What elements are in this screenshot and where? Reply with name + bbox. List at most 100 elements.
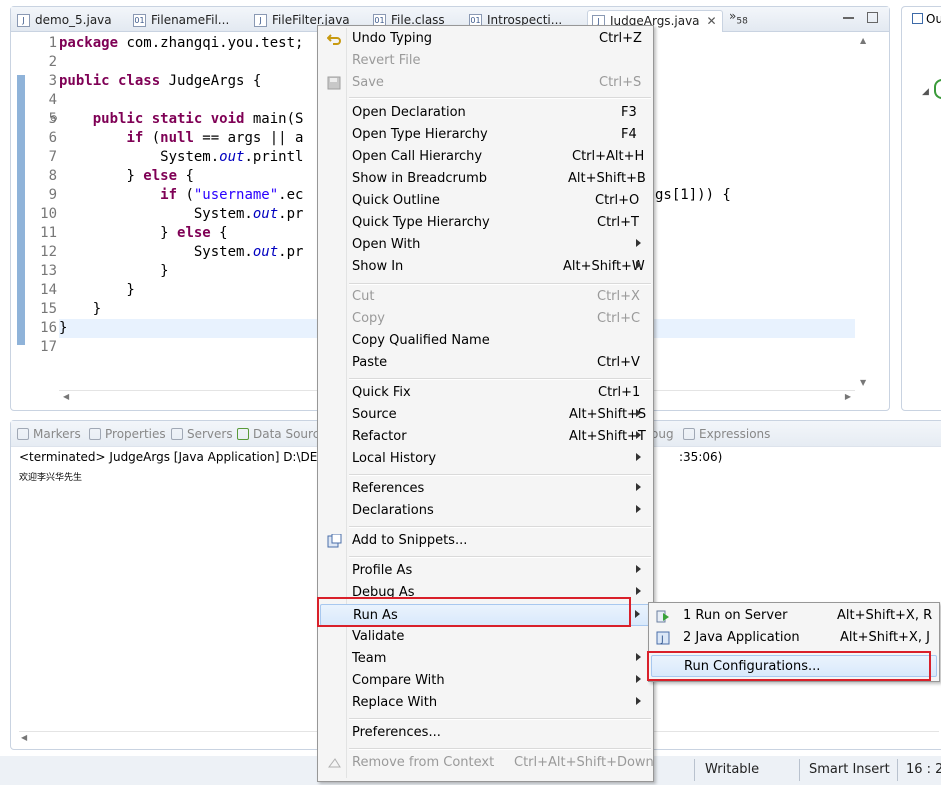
- menu-item-save[interactable]: Save Ctrl+S: [320, 72, 651, 94]
- menu-item-run-configurations[interactable]: Run Configurations...: [651, 655, 937, 677]
- line-number-ruler: 1 2 3 4 5 6 7 8 9 10 11 12 13 14 15 16 1…: [27, 34, 61, 357]
- tab-expressions[interactable]: Expressions: [683, 427, 770, 441]
- fold-collapse-icon[interactable]: ⊖: [50, 114, 58, 124]
- menu-item-references[interactable]: References: [320, 478, 651, 500]
- tab-properties[interactable]: Properties: [89, 427, 166, 441]
- menu-item-refactor[interactable]: Refactor Alt+Shift+T: [320, 426, 651, 448]
- scroll-down-icon[interactable]: ▼: [860, 378, 866, 387]
- markers-icon: [17, 428, 29, 440]
- menu-item-quick-fix[interactable]: Quick Fix Ctrl+1: [320, 382, 651, 404]
- submenu-arrow-icon: [636, 675, 641, 683]
- submenu-arrow-icon: [636, 261, 641, 269]
- menu-separator: [349, 378, 651, 380]
- scroll-left-icon[interactable]: ◀: [63, 392, 69, 401]
- change-marker: [17, 75, 25, 345]
- status-insert-mode: Smart Insert: [809, 762, 890, 777]
- editor-vertical-scrollbar[interactable]: ▲ ▼: [857, 34, 871, 388]
- tab-filenamefilter[interactable]: 01 FilenameFil...: [133, 10, 229, 32]
- class-node-icon[interactable]: [934, 79, 941, 99]
- tab-overflow-button[interactable]: »58: [729, 9, 748, 26]
- menu-separator: [349, 283, 651, 285]
- status-cursor-position: 16 : 2: [906, 762, 941, 777]
- submenu-arrow-icon: [636, 505, 641, 513]
- maximize-icon[interactable]: [867, 12, 878, 23]
- menu-item-replace-with[interactable]: Replace With: [320, 692, 651, 714]
- menu-item-copy-qualified-name[interactable]: Copy Qualified Name: [320, 330, 651, 352]
- minimize-icon[interactable]: [843, 13, 854, 19]
- status-separator: [897, 759, 898, 781]
- menu-item-preferences[interactable]: Preferences...: [320, 722, 651, 744]
- menu-item-compare-with[interactable]: Compare With: [320, 670, 651, 692]
- line-number: 6: [48, 130, 57, 146]
- menu-separator: [349, 718, 651, 720]
- line-number: 4: [48, 92, 57, 108]
- tab-demo-5-java[interactable]: J demo_5.java: [17, 10, 112, 32]
- menu-item-open-with[interactable]: Open With: [320, 234, 651, 256]
- menu-item-run-as[interactable]: Run As: [320, 604, 651, 626]
- menu-item-declarations[interactable]: Declarations: [320, 500, 651, 522]
- java-file-icon: J: [17, 14, 30, 27]
- menu-item-paste[interactable]: Paste Ctrl+V: [320, 352, 651, 374]
- menu-item-open-type-hierarchy[interactable]: Open Type Hierarchy F4: [320, 124, 651, 146]
- menu-item-java-application[interactable]: J 2 Java Application Alt+Shift+X, J: [651, 627, 937, 649]
- tab-outline[interactable]: Ou: [912, 12, 941, 26]
- menu-item-show-in[interactable]: Show In Alt+Shift+W: [320, 256, 651, 278]
- menu-item-validate[interactable]: Validate: [320, 626, 651, 648]
- menu-item-source[interactable]: Source Alt+Shift+S: [320, 404, 651, 426]
- scroll-right-icon[interactable]: ▶: [845, 392, 851, 401]
- outline-icon: [912, 13, 923, 24]
- outline-view: Ou ◢: [901, 6, 941, 411]
- data-source-icon: [237, 428, 249, 440]
- menu-item-copy[interactable]: Copy Ctrl+C: [320, 308, 651, 330]
- menu-item-undo-typing[interactable]: Undo Typing Ctrl+Z: [320, 28, 651, 50]
- submenu-arrow-icon: [635, 610, 640, 618]
- line-number: 7: [48, 149, 57, 165]
- line-number: 11: [40, 225, 57, 241]
- menu-item-open-call-hierarchy[interactable]: Open Call Hierarchy Ctrl+Alt+H: [320, 146, 651, 168]
- line-number: 17: [40, 339, 57, 355]
- menu-separator: [349, 474, 651, 476]
- line-number: 9: [48, 187, 57, 203]
- scroll-left-icon[interactable]: ◀: [21, 733, 27, 742]
- menu-item-profile-as[interactable]: Profile As: [320, 560, 651, 582]
- tab-servers[interactable]: Servers: [171, 427, 233, 441]
- tree-expand-icon[interactable]: ◢: [922, 87, 929, 97]
- scroll-up-icon[interactable]: ▲: [860, 36, 866, 45]
- java-file-icon: J: [254, 14, 267, 27]
- close-tab-icon[interactable]: ✕: [706, 11, 716, 31]
- submenu-arrow-icon: [636, 653, 641, 661]
- submenu-arrow-icon: [636, 453, 641, 461]
- line-number: 14: [40, 282, 57, 298]
- menu-item-quick-outline[interactable]: Quick Outline Ctrl+O: [320, 190, 651, 212]
- menu-item-add-to-snippets[interactable]: Add to Snippets...: [320, 530, 651, 552]
- menu-item-local-history[interactable]: Local History: [320, 448, 651, 470]
- console-output-text: 欢迎李兴华先生: [19, 473, 83, 483]
- menu-separator: [349, 556, 651, 558]
- menu-item-team[interactable]: Team: [320, 648, 651, 670]
- line-number: 15: [40, 301, 57, 317]
- tab-data-source[interactable]: Data Source: [237, 427, 327, 441]
- menu-item-debug-as[interactable]: Debug As: [320, 582, 651, 604]
- menu-item-show-in-breadcrumb[interactable]: Show in Breadcrumb Alt+Shift+B: [320, 168, 651, 190]
- tab-markers[interactable]: Markers: [17, 427, 81, 441]
- menu-item-quick-type-hierarchy[interactable]: Quick Type Hierarchy Ctrl+T: [320, 212, 651, 234]
- quick-diff-ruler: [17, 40, 27, 345]
- status-writable: Writable: [705, 762, 760, 777]
- submenu-arrow-icon: [636, 483, 641, 491]
- servers-icon: [171, 428, 183, 440]
- menu-item-open-declaration[interactable]: Open Declaration F3: [320, 102, 651, 124]
- console-process-label: <terminated> JudgeArgs [Java Application…: [19, 450, 332, 464]
- menu-item-revert-file[interactable]: Revert File: [320, 50, 651, 72]
- line-number: 2: [48, 54, 57, 70]
- submenu-arrow-icon: [636, 409, 641, 417]
- submenu-arrow-icon: [636, 431, 641, 439]
- menu-item-remove-from-context[interactable]: Remove from Context Ctrl+Alt+Shift+Down: [320, 752, 654, 774]
- menu-item-run-on-server[interactable]: 1 Run on Server Alt+Shift+X, R: [651, 605, 937, 627]
- status-separator: [694, 759, 695, 781]
- status-separator: [799, 759, 800, 781]
- submenu-arrow-icon: [636, 565, 641, 573]
- tab-debug[interactable]: oug: [651, 427, 674, 441]
- menu-item-cut[interactable]: Cut Ctrl+X: [320, 286, 651, 308]
- line-number: 10: [40, 206, 57, 222]
- menu-separator: [349, 748, 651, 750]
